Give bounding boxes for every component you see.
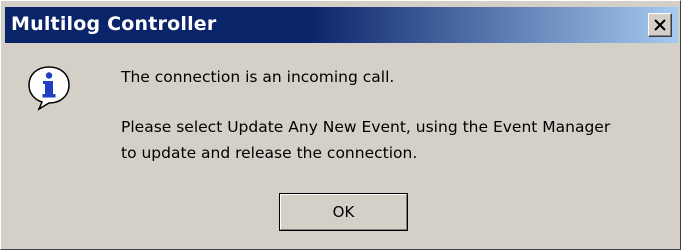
ok-button[interactable]: OK: [279, 193, 408, 231]
info-icon: [25, 63, 73, 111]
message-line-3: to update and release the connection.: [121, 144, 418, 162]
message-line-1: The connection is an incoming call.: [121, 68, 395, 86]
title-bar[interactable]: Multilog Controller: [5, 7, 678, 43]
message-dialog: Multilog Controller The connection is an…: [0, 0, 681, 250]
ok-button-label: OK: [332, 203, 355, 221]
message-line-2: Please select Update Any New Event, usin…: [121, 118, 611, 136]
window-title: Multilog Controller: [11, 13, 217, 35]
close-button[interactable]: [648, 13, 672, 37]
close-icon: [654, 19, 666, 31]
